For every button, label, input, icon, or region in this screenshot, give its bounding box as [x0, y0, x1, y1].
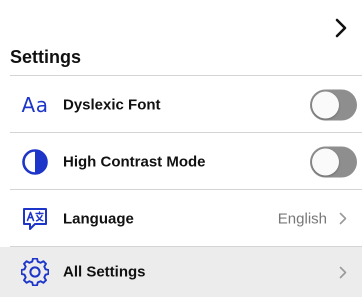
language-value: English [277, 210, 327, 227]
setting-label: Dyslexic Font [63, 96, 161, 113]
page-title: Settings [10, 47, 82, 67]
translate-icon [20, 204, 50, 234]
setting-row-dyslexic-font: Aa Dyslexic Font [0, 76, 362, 133]
text-size-icon: Aa [21, 92, 49, 117]
dyslexic-font-toggle[interactable] [310, 89, 357, 120]
toggle-knob [312, 148, 339, 175]
chevron-right-icon [338, 212, 348, 226]
settings-panel: Settings Aa Dyslexic Font High Contrast … [0, 0, 362, 297]
gear-icon [20, 257, 50, 287]
setting-label: Language [63, 210, 134, 227]
setting-row-all-settings[interactable]: All Settings [0, 247, 362, 297]
setting-label: High Contrast Mode [63, 153, 206, 170]
high-contrast-toggle[interactable] [310, 146, 357, 177]
setting-label: All Settings [63, 263, 146, 281]
setting-row-high-contrast: High Contrast Mode [0, 133, 362, 190]
chevron-right-icon [338, 265, 348, 279]
chevron-right-icon [335, 18, 347, 38]
toggle-knob [312, 91, 339, 118]
top-bar [0, 0, 362, 44]
forward-button[interactable] [330, 16, 352, 40]
contrast-icon [20, 147, 50, 177]
setting-row-language[interactable]: Language English [0, 190, 362, 247]
